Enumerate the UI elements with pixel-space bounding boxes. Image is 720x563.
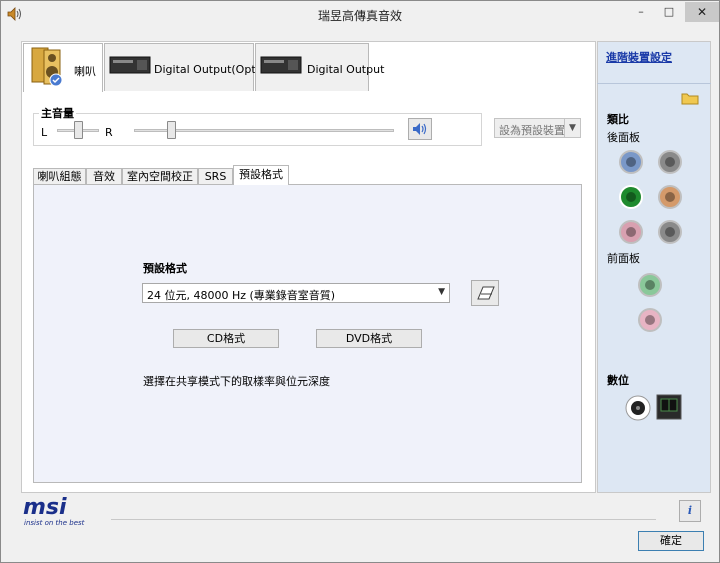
rear-jack-gray-2[interactable] — [658, 220, 682, 244]
rear-jack-green[interactable] — [619, 185, 643, 209]
divider — [597, 83, 711, 84]
reset-format-button[interactable] — [471, 280, 499, 306]
advanced-settings-link[interactable]: 進階裝置設定 — [606, 49, 672, 65]
rear-jack-pink[interactable] — [619, 220, 643, 244]
tab-default-format[interactable]: 預設格式 — [233, 165, 289, 185]
tab-sound-effects[interactable]: 音效 — [86, 168, 122, 185]
app-window: 瑞昱高傳真音效 – □ ✕ 喇叭 Digital Output(Optical) — [0, 0, 720, 563]
title-bar: 瑞昱高傳真音效 – □ ✕ — [1, 1, 719, 29]
set-default-device-dropdown[interactable]: 設為預設裝置 ▼ — [494, 118, 581, 138]
rear-panel-label: 後面板 — [607, 131, 640, 144]
front-panel-label: 前面板 — [607, 252, 640, 265]
balance-slider[interactable] — [73, 121, 83, 139]
maximize-button[interactable]: □ — [656, 2, 682, 22]
balance-right-label: R — [105, 126, 113, 139]
tab-speaker-config[interactable]: 喇叭組態 — [33, 168, 86, 185]
format-select[interactable]: 24 位元, 48000 Hz (專業錄音室音質) ▼ — [142, 283, 450, 303]
minimize-button[interactable]: – — [628, 2, 654, 22]
footer-divider — [111, 519, 656, 520]
tab-srs[interactable]: SRS — [198, 168, 233, 185]
svg-text:msi: msi — [23, 495, 67, 520]
balance-left-label: L — [41, 126, 48, 139]
rear-jack-gray[interactable] — [658, 150, 682, 174]
connector-panel — [597, 41, 711, 493]
set-default-label: 設為預設裝置 — [499, 124, 565, 137]
rear-jack-orange[interactable] — [658, 185, 682, 209]
format-select-value: 24 位元, 48000 Hz (專業錄音室音質) — [147, 289, 336, 302]
dvd-format-button[interactable]: DVD格式 — [316, 329, 422, 348]
tab-room-correction[interactable]: 室內空間校正 — [122, 168, 198, 185]
optical-jack-icon[interactable] — [656, 394, 682, 420]
speaker-icon — [31, 47, 63, 87]
analog-title: 類比 — [607, 113, 629, 126]
digital-title: 數位 — [607, 374, 629, 387]
coaxial-jack-icon[interactable] — [624, 394, 652, 422]
mute-button[interactable] — [408, 118, 432, 140]
info-icon[interactable]: i — [679, 500, 701, 522]
front-jack-pink[interactable] — [638, 308, 662, 332]
tab-digital-output[interactable]: Digital Output — [255, 43, 384, 91]
tab-speaker[interactable]: 喇叭 — [23, 43, 103, 92]
rear-jack-blue[interactable] — [619, 150, 643, 174]
speaker-volume-icon — [413, 123, 427, 135]
window-title: 瑞昱高傳真音效 — [317, 9, 402, 23]
msi-logo: msi insist on the best — [23, 495, 85, 527]
format-description: 選擇在共享模式下的取樣率與位元深度 — [143, 375, 330, 388]
volume-slider[interactable] — [166, 121, 176, 139]
close-button[interactable]: ✕ — [685, 2, 719, 22]
default-format-panel — [33, 184, 582, 483]
chevron-down-icon: ▼ — [438, 287, 445, 297]
cd-format-button[interactable]: CD格式 — [173, 329, 279, 348]
default-format-heading: 預設格式 — [143, 262, 187, 275]
main-volume-title: 主音量 — [39, 105, 76, 121]
front-jack-green[interactable] — [638, 273, 662, 297]
eraser-icon — [477, 286, 495, 300]
digital-device-icon — [260, 56, 302, 74]
ok-button[interactable]: 確定 — [638, 531, 704, 551]
tab-digital-output-label: Digital Output — [307, 63, 385, 76]
digital-device-icon — [109, 56, 151, 74]
svg-text:insist on the best: insist on the best — [24, 519, 85, 527]
tab-digital-optical[interactable]: Digital Output(Optical) — [104, 43, 279, 91]
chevron-down-icon[interactable]: ▼ — [564, 119, 580, 137]
folder-icon[interactable] — [681, 91, 699, 105]
tab-speaker-label: 喇叭 — [74, 65, 96, 78]
